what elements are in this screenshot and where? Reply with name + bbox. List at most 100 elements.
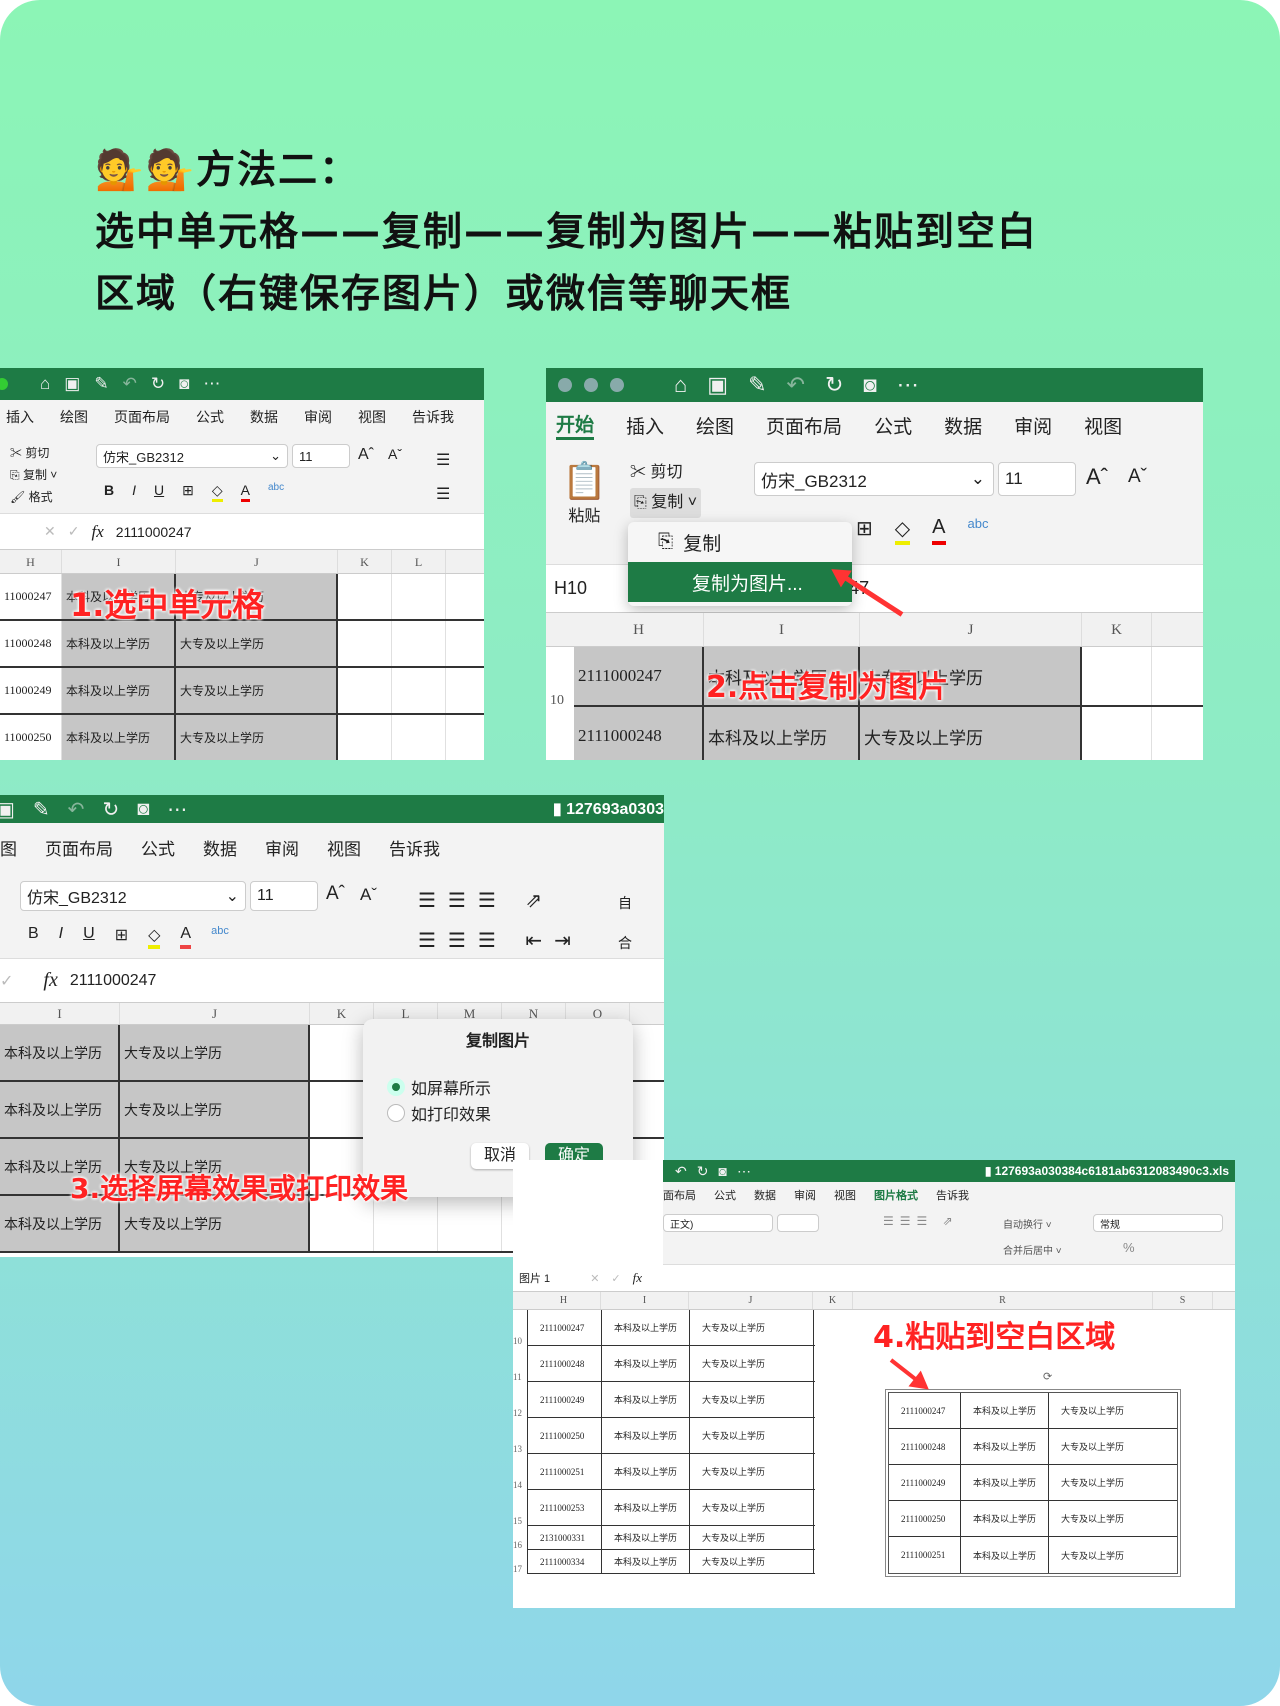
- column-header-I[interactable]: I: [601, 1292, 689, 1309]
- table-cell[interactable]: 大专及以上学历: [690, 1418, 814, 1453]
- tab-6[interactable]: 视图: [358, 407, 386, 427]
- empty-cell[interactable]: [392, 668, 446, 713]
- cancel-icon[interactable]: ✕: [44, 523, 56, 540]
- tab-4[interactable]: 公式: [874, 412, 912, 439]
- tab-4[interactable]: 审阅: [265, 835, 299, 860]
- alignment-buttons[interactable]: ☰☰☰ ⇗ ☰☰☰ ⇤⇥: [418, 881, 583, 961]
- menu-item-copy[interactable]: ⎘ 复制: [628, 522, 852, 562]
- table-cell[interactable]: 大专及以上学历: [120, 1025, 310, 1080]
- font-name-select[interactable]: 仿宋_GB2312 ⌄: [20, 881, 246, 911]
- tab-3[interactable]: 页面布局: [766, 412, 842, 439]
- table-cell[interactable]: 大专及以上学历: [690, 1454, 814, 1489]
- more-icon[interactable]: ⋯: [203, 374, 220, 394]
- cut-button[interactable]: ✂ 剪切: [10, 442, 57, 464]
- tab-5[interactable]: 审阅: [304, 407, 332, 427]
- save-as-icon[interactable]: ✎: [748, 372, 766, 398]
- table-cell[interactable]: 11000247: [0, 574, 62, 619]
- tab-4[interactable]: 数据: [250, 407, 278, 427]
- borders-icon[interactable]: ⊞: [856, 516, 873, 545]
- undo-icon[interactable]: ↶: [675, 1163, 687, 1180]
- tab-0[interactable]: 面布局: [663, 1187, 696, 1203]
- font-size-select[interactable]: 11: [292, 444, 350, 468]
- column-header-K[interactable]: K: [338, 550, 392, 573]
- empty-cell[interactable]: [392, 715, 446, 760]
- font-size-select[interactable]: 11: [250, 881, 318, 911]
- column-header-K[interactable]: K: [813, 1292, 853, 1309]
- column-header-I[interactable]: I: [704, 613, 860, 646]
- empty-cell[interactable]: [1082, 707, 1152, 760]
- tab-0[interactable]: 插入: [6, 407, 34, 427]
- confirm-icon[interactable]: ✓: [611, 1272, 620, 1285]
- table-cell[interactable]: 大专及以上学历: [176, 715, 338, 760]
- window-zoom-button[interactable]: [0, 378, 8, 390]
- percent-button[interactable]: %: [1123, 1240, 1135, 1255]
- column-header-J[interactable]: J: [176, 550, 338, 573]
- fx-icon[interactable]: fx: [633, 1270, 642, 1286]
- empty-cell[interactable]: [338, 574, 392, 619]
- table-cell[interactable]: 本科及以上学历: [602, 1550, 690, 1573]
- column-header-L[interactable]: L: [392, 550, 446, 573]
- window-zoom-button[interactable]: [610, 378, 624, 392]
- tab-0[interactable]: 图: [0, 835, 17, 860]
- copy-button[interactable]: ⎘ 复制 ˅: [10, 464, 57, 486]
- bold-button[interactable]: B: [104, 482, 114, 502]
- italic-button[interactable]: I: [59, 925, 63, 949]
- table-cell[interactable]: 大专及以上学历: [690, 1310, 814, 1345]
- font-name-select[interactable]: 仿宋_GB2312 ⌄: [754, 462, 994, 496]
- more-icon[interactable]: ⋯: [897, 372, 919, 398]
- column-header-R[interactable]: R: [853, 1292, 1153, 1309]
- row-number[interactable]: 11: [513, 1346, 527, 1382]
- tab-2[interactable]: 绘图: [696, 412, 734, 439]
- shrink-font-button[interactable]: Aˇ: [1128, 466, 1147, 488]
- table-cell[interactable]: 本科及以上学历: [62, 621, 176, 666]
- table-cell[interactable]: 大专及以上学历: [690, 1346, 814, 1381]
- tab-3[interactable]: 公式: [196, 407, 224, 427]
- table-cell[interactable]: 2131000331: [528, 1526, 602, 1549]
- tab-7[interactable]: 告诉我: [412, 407, 454, 427]
- row-number[interactable]: 15: [513, 1490, 527, 1526]
- fill-color-icon[interactable]: ◇: [894, 516, 911, 545]
- tab-1[interactable]: 公式: [714, 1187, 736, 1203]
- table-cell[interactable]: 本科及以上学历: [0, 1082, 120, 1137]
- empty-cell[interactable]: [438, 1196, 502, 1251]
- row-number[interactable]: 17: [513, 1550, 527, 1574]
- table-cell[interactable]: 大专及以上学历: [176, 621, 338, 666]
- tab-5[interactable]: 视图: [327, 835, 361, 860]
- italic-button[interactable]: I: [132, 482, 136, 502]
- column-header-K[interactable]: K: [310, 1003, 374, 1024]
- table-cell[interactable]: 本科及以上学历: [602, 1382, 690, 1417]
- table-cell[interactable]: 大专及以上学历: [690, 1550, 814, 1573]
- merge-center-button[interactable]: 合并后居中 ˅: [1003, 1242, 1062, 1257]
- column-header-I[interactable]: I: [0, 1003, 120, 1024]
- row-number[interactable]: 14: [513, 1454, 527, 1490]
- font-color-icon[interactable]: A: [240, 482, 250, 502]
- shrink-font-button[interactable]: Aˇ: [360, 885, 377, 905]
- column-header-J[interactable]: J: [860, 613, 1082, 646]
- column-header-S[interactable]: S: [1153, 1292, 1213, 1309]
- borders-icon[interactable]: ⊞: [182, 482, 194, 502]
- tab-5[interactable]: 图片格式: [874, 1187, 918, 1203]
- empty-cell[interactable]: [338, 668, 392, 713]
- tab-1[interactable]: 插入: [626, 412, 664, 439]
- grow-font-button[interactable]: Aˆ: [358, 446, 374, 464]
- grow-font-button[interactable]: Aˆ: [326, 883, 345, 905]
- redo-icon[interactable]: ↻: [102, 797, 119, 822]
- table-cell[interactable]: 大专及以上学历: [690, 1526, 814, 1549]
- window-close-button[interactable]: [558, 378, 572, 392]
- table-cell[interactable]: 2111000248: [574, 707, 704, 760]
- camera-icon[interactable]: ◙: [179, 374, 189, 394]
- column-header-H[interactable]: H: [0, 550, 62, 573]
- table-cell[interactable]: 2111000334: [528, 1550, 602, 1573]
- save-icon[interactable]: ▣: [707, 372, 728, 398]
- table-cell[interactable]: 大专及以上学历: [176, 668, 338, 713]
- font-name-select[interactable]: 仿宋_GB2312 ⌄: [96, 444, 288, 468]
- tab-6[interactable]: 告诉我: [936, 1187, 969, 1203]
- tab-2[interactable]: 页面布局: [114, 407, 170, 427]
- font-color-icon[interactable]: A: [180, 925, 192, 949]
- save-as-icon[interactable]: ✎: [94, 374, 108, 394]
- table-cell[interactable]: 本科及以上学历: [62, 715, 176, 760]
- empty-cell[interactable]: [392, 574, 446, 619]
- copy-button[interactable]: ⎘ 复制 ˅: [630, 488, 702, 518]
- redo-icon[interactable]: ↻: [151, 374, 165, 394]
- table-cell[interactable]: 本科及以上学历: [704, 707, 860, 760]
